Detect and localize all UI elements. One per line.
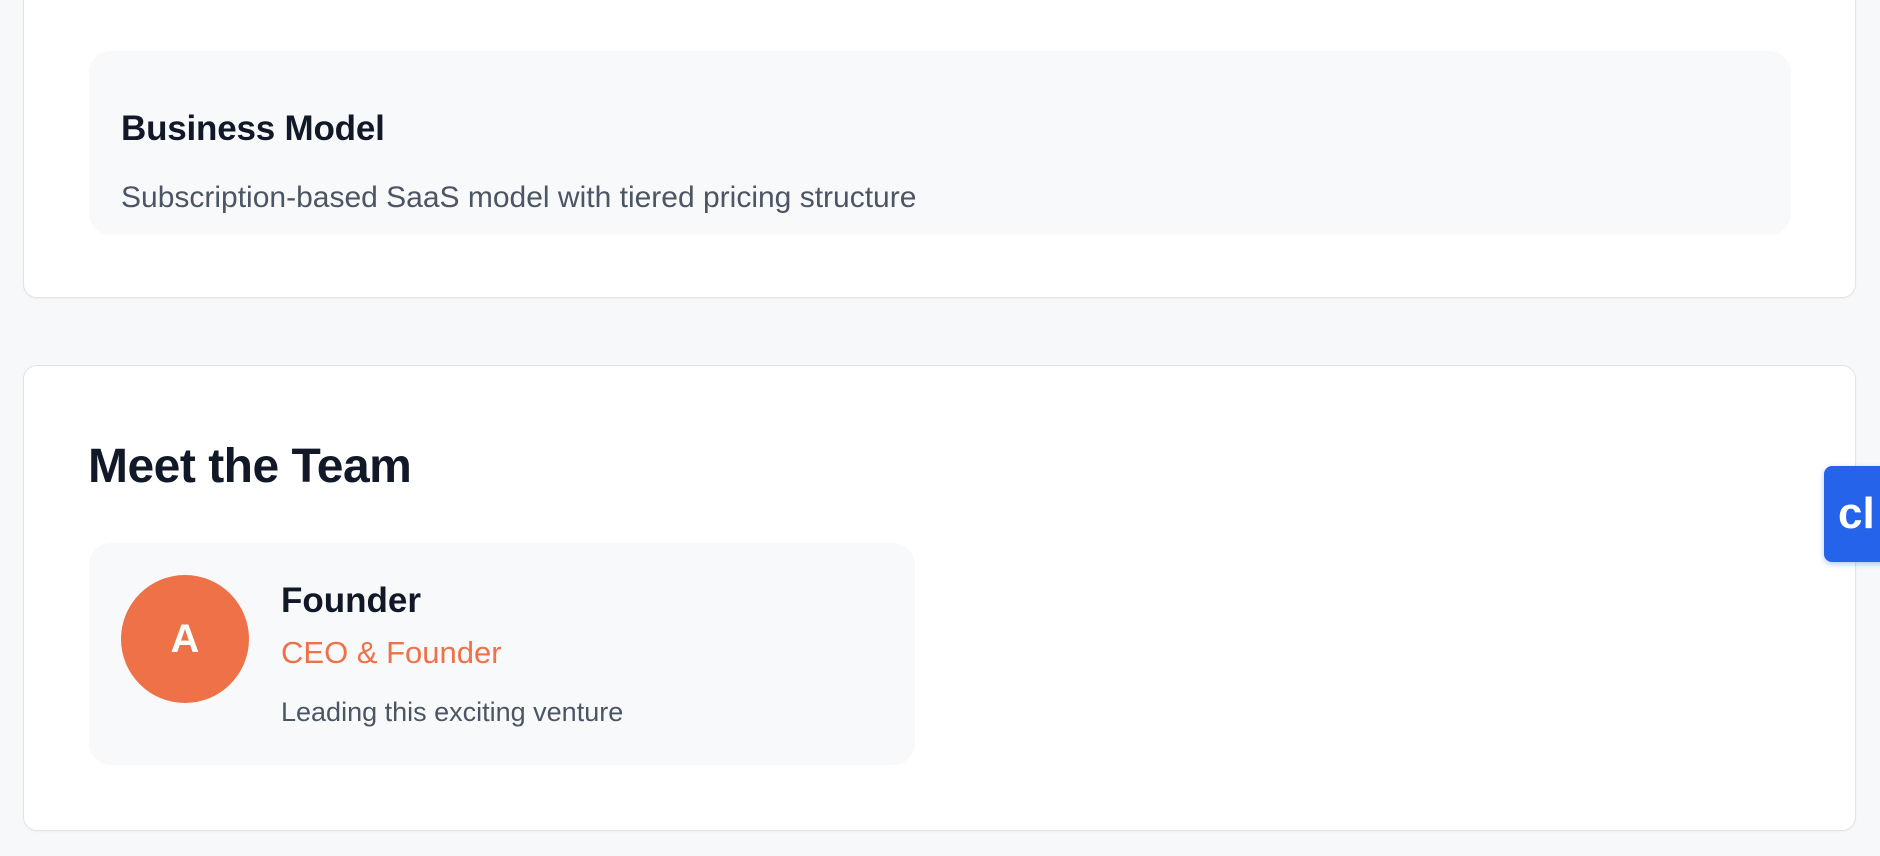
team-member-card: A Founder CEO & Founder Leading this exc… — [89, 543, 915, 765]
business-model-box: Business Model Subscription-based SaaS m… — [89, 51, 1791, 235]
member-name: Founder — [281, 581, 421, 620]
business-model-title: Business Model — [121, 109, 385, 148]
member-description: Leading this exciting venture — [281, 697, 624, 727]
chat-widget-button[interactable]: cl — [1824, 466, 1880, 562]
business-model-text: Subscription-based SaaS model with tiere… — [121, 181, 917, 214]
team-heading: Meet the Team — [88, 440, 412, 493]
overview-section: Business Model Subscription-based SaaS m… — [23, 0, 1856, 298]
team-section: Meet the Team A Founder CEO & Founder Le… — [23, 365, 1856, 831]
avatar: A — [121, 575, 249, 703]
member-role: CEO & Founder — [281, 635, 502, 670]
page: Business Model Subscription-based SaaS m… — [0, 0, 1880, 856]
